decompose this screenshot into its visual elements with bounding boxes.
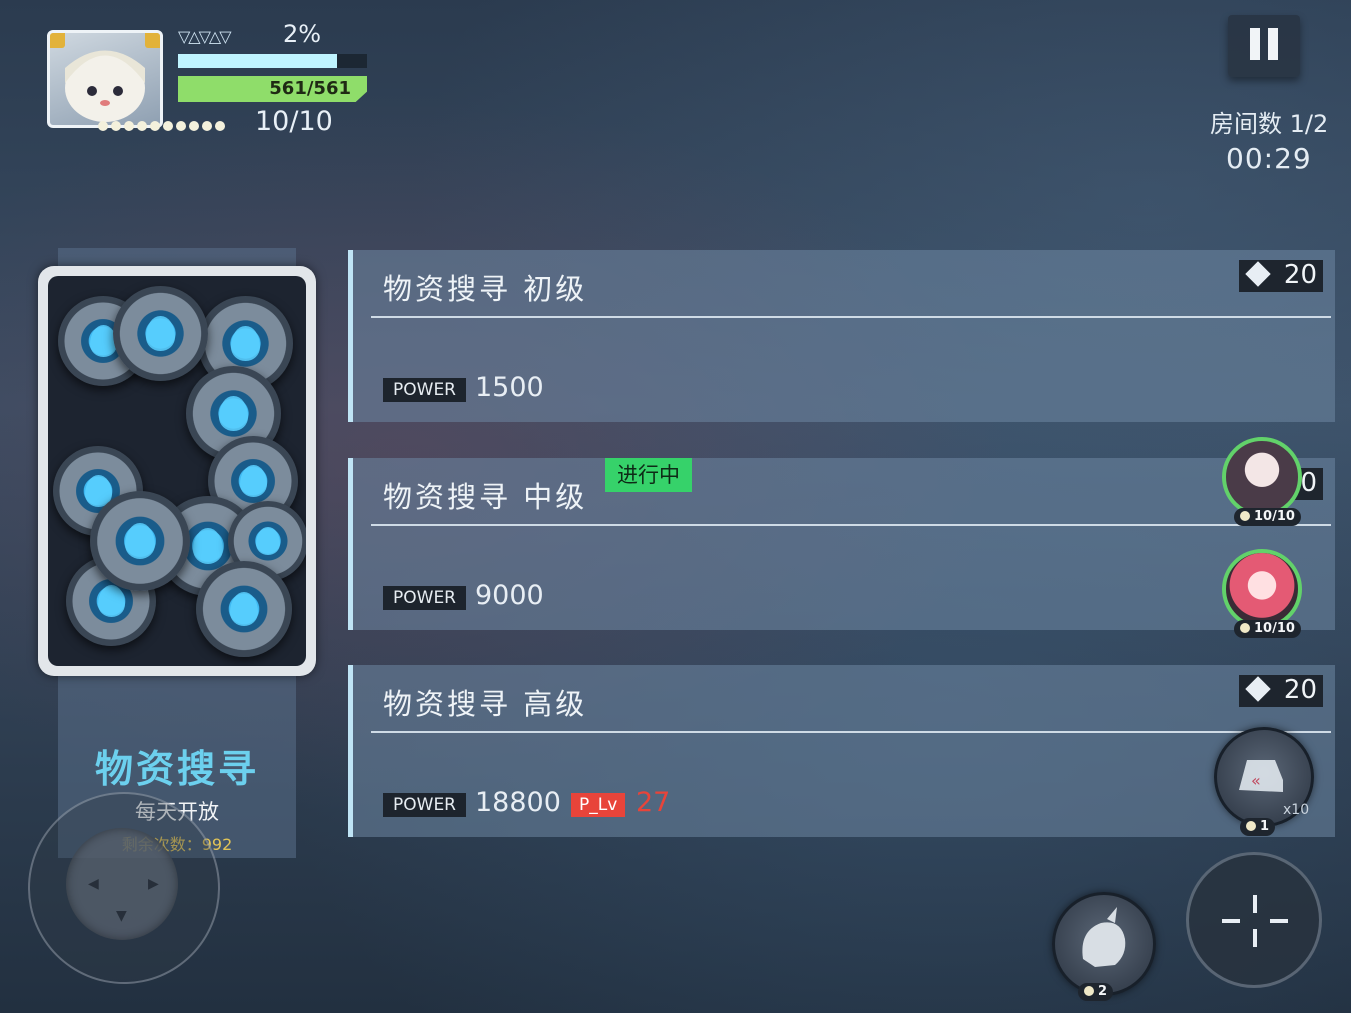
timer: 00:29 [1226,142,1312,175]
pause-icon-bar [1268,28,1278,60]
team-member-avatar[interactable] [1222,437,1302,517]
ticket-cost: 20 [1239,675,1323,707]
power-value: 9000 [475,580,544,611]
power-tag: POWER [383,793,466,817]
skill-charges: 1 [1240,818,1276,836]
divider [371,731,1331,733]
xp-bar-fill [178,54,337,68]
pause-icon [1250,28,1260,60]
divider [371,316,1331,318]
pause-button[interactable] [1228,15,1300,77]
mission-title: 物资搜寻 中级 [383,480,588,514]
skill-stack: x10 [1283,802,1310,818]
room-count: 房间数 1/2 [1210,110,1329,138]
power-value: 18800 [475,787,561,818]
portrait-ear-left [50,33,65,48]
svg-text:«: « [1251,771,1261,790]
skill-charges: 2 [1078,983,1114,1001]
energy-dot [111,121,121,131]
character-skill-button[interactable] [1052,892,1156,996]
plv-value: 27 [636,787,671,818]
ticket-cost-value: 20 [1283,675,1317,705]
energy-dot [137,121,147,131]
arrow-left-icon: ◀ [88,876,99,892]
mission-row-intermediate[interactable]: 物资搜寻 中级 进行中 0 POWER 9000 [348,458,1335,630]
crosshair-icon-part [1222,919,1240,923]
energy-dots [98,116,228,135]
character-face-icon [65,50,145,122]
ticket-cost-value: 20 [1283,260,1317,290]
energy-dot [98,121,108,131]
joystick-knob[interactable]: ◀ ▶ ▼ [66,828,178,940]
energy-dot [202,121,212,131]
hp-bar: 561/561 [178,76,367,102]
energy-dot [150,121,160,131]
coin-pile-image [48,276,306,666]
ticket-cost-value: 0 [1300,468,1317,498]
energy-dot [124,121,134,131]
energy-dot [176,121,186,131]
ticket-icon [1245,261,1271,287]
mode-title: 物资搜寻 [94,747,259,791]
power-value: 1500 [475,372,544,403]
energy-dot [215,121,225,131]
power-tag: POWER [383,378,466,402]
energy-dot [163,121,173,131]
mode-card[interactable] [38,266,316,676]
crosshair-icon [1253,895,1257,913]
mission-title: 物资搜寻 高级 [383,687,588,721]
team-member-count: 10/10 [1234,620,1301,638]
crosshair-icon-part [1253,929,1257,947]
ticket-cost: 20 [1239,260,1323,292]
mission-row-advanced[interactable]: 物资搜寻 高级 20 POWER 18800 P_Lv 27 [348,665,1335,837]
xp-bar [178,54,367,68]
status-badge: 进行中 [605,458,692,492]
portrait-ear-right [145,33,160,48]
arrow-right-icon: ▶ [148,876,159,892]
energy-dot [189,121,199,131]
power-tag: POWER [383,586,466,610]
mission-title: 物资搜寻 初级 [383,272,588,306]
attack-button[interactable] [1186,852,1322,988]
rank-marks: ▽△▽△▽ [178,27,232,46]
dash-skill-button[interactable]: « x10 [1214,727,1314,827]
ticket-icon [1245,676,1271,702]
team-member-count: 10/10 [1234,508,1301,526]
divider [371,524,1331,526]
player-portrait[interactable] [47,30,163,128]
arrow-down-icon: ▼ [116,908,127,924]
xp-percent: 2% [283,20,322,48]
crosshair-icon-part [1270,919,1288,923]
team-member-avatar[interactable] [1222,549,1302,629]
mission-row-basic[interactable]: 物资搜寻 初级 20 POWER 1500 [348,250,1335,422]
character-silhouette-icon [1082,907,1126,967]
energy-label: 10/10 [255,106,333,137]
hp-label: 561/561 [269,78,351,99]
plv-tag: P_Lv [571,793,626,817]
